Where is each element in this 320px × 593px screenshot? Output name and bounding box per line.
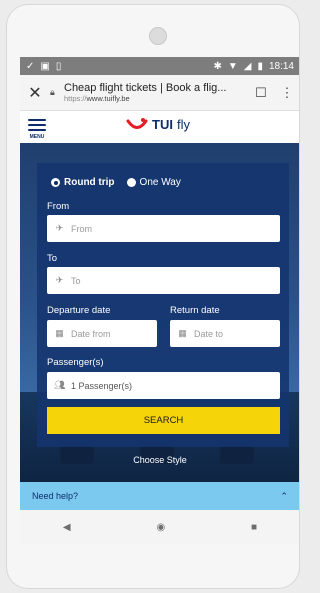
logo-brand: TUI bbox=[152, 117, 173, 132]
takeoff-icon: ✈ bbox=[55, 223, 64, 233]
tui-smile-icon bbox=[126, 117, 148, 129]
need-help-bar[interactable]: Need help? ⌃ bbox=[20, 482, 299, 510]
android-nav-bar: ◀ ◉ ■ bbox=[20, 510, 299, 544]
back-icon[interactable]: ◀ bbox=[63, 522, 71, 533]
radio-unselected-icon bbox=[126, 178, 136, 187]
return-date-label: Return date bbox=[170, 305, 220, 316]
url-host: www.tuifly.be bbox=[86, 94, 130, 103]
to-placeholder: To bbox=[71, 275, 81, 286]
document-icon: ▯ bbox=[55, 60, 62, 72]
passengers-label: Passenger(s) bbox=[47, 357, 104, 368]
camera-icon bbox=[149, 27, 167, 45]
hamburger-bar bbox=[28, 129, 46, 131]
hamburger-bar bbox=[28, 124, 46, 126]
check-icon: ✓ bbox=[26, 60, 35, 72]
bluetooth-icon: ✱ bbox=[213, 60, 222, 72]
device-screen: ✓ ▣ ▯ ✱ ▼ ◢ ▮ 18:14 ✕ 🔒︎ Cheap flight ti… bbox=[20, 57, 299, 544]
from-label: From bbox=[47, 201, 70, 212]
return-date-input[interactable]: ▦ Date to bbox=[170, 320, 280, 347]
search-button[interactable]: SEARCH bbox=[47, 407, 280, 434]
departure-placeholder: Date from bbox=[71, 328, 111, 339]
landing-icon: ✈ bbox=[55, 275, 64, 285]
more-options-icon[interactable]: ⋮ bbox=[274, 85, 299, 101]
phone-frame: ✓ ▣ ▯ ✱ ▼ ◢ ▮ 18:14 ✕ 🔒︎ Cheap flight ti… bbox=[6, 4, 300, 589]
radio-selected-icon bbox=[51, 178, 60, 187]
recents-icon[interactable]: ■ bbox=[251, 522, 257, 533]
chevron-up-icon[interactable]: ⌃ bbox=[280, 491, 288, 502]
calendar-icon: ▦ bbox=[178, 328, 187, 338]
close-icon[interactable]: ✕ bbox=[20, 83, 50, 103]
tui-fly-logo[interactable]: TUI fly bbox=[126, 117, 190, 132]
departure-date-label: Departure date bbox=[47, 305, 111, 316]
round-trip-radio[interactable]: Round trip bbox=[51, 177, 115, 188]
logo-suffix: fly bbox=[176, 117, 190, 132]
wifi-icon: ▼ bbox=[227, 60, 238, 72]
to-input[interactable]: ✈ To bbox=[47, 267, 280, 294]
lock-icon: 🔒︎ bbox=[50, 87, 55, 97]
one-way-label: One Way bbox=[139, 177, 181, 188]
page-info[interactable]: Cheap flight tickets | Book a flig... ht… bbox=[64, 82, 248, 103]
bookmark-icon[interactable]: ☐ bbox=[248, 85, 274, 101]
image-icon: ▣ bbox=[40, 60, 50, 72]
need-help-label: Need help? bbox=[32, 491, 79, 501]
status-bar: ✓ ▣ ▯ ✱ ▼ ◢ ▮ 18:14 bbox=[20, 57, 299, 75]
passengers-value: 1 Passenger(s) bbox=[71, 380, 133, 391]
page-url: https://www.tuifly.be bbox=[64, 94, 248, 103]
menu-button[interactable]: MENU bbox=[26, 116, 48, 140]
browser-toolbar: ✕ 🔒︎ Cheap flight tickets | Book a flig.… bbox=[20, 75, 299, 111]
page-title: Cheap flight tickets | Book a flig... bbox=[64, 82, 227, 94]
menu-label: MENU bbox=[29, 134, 45, 140]
from-input[interactable]: ✈ From bbox=[47, 215, 280, 242]
battery-icon: ▮ bbox=[257, 60, 263, 72]
to-label: To bbox=[47, 253, 58, 264]
from-placeholder: From bbox=[71, 223, 92, 234]
round-trip-label: Round trip bbox=[64, 177, 115, 188]
one-way-radio[interactable]: One Way bbox=[126, 177, 181, 188]
hamburger-icon bbox=[28, 119, 46, 121]
passengers-select[interactable]: 👥︎ 1 Passenger(s) bbox=[47, 372, 280, 399]
flight-search-form: Round trip One Way From ✈ From To ✈ To D… bbox=[37, 163, 289, 447]
status-time: 18:14 bbox=[268, 60, 294, 72]
hero-caption[interactable]: Choose Style bbox=[20, 455, 299, 465]
signal-icon: ◢ bbox=[243, 60, 252, 72]
site-header: MENU TUI fly bbox=[20, 111, 299, 144]
calendar-icon: ▦ bbox=[55, 328, 64, 338]
home-icon[interactable]: ◉ bbox=[156, 522, 165, 533]
trip-type-group: Round trip One Way bbox=[51, 177, 181, 188]
departure-date-input[interactable]: ▦ Date from bbox=[47, 320, 157, 347]
people-icon: 👥︎ bbox=[54, 380, 66, 390]
return-placeholder: Date to bbox=[194, 328, 224, 339]
url-scheme: https:// bbox=[64, 94, 87, 103]
